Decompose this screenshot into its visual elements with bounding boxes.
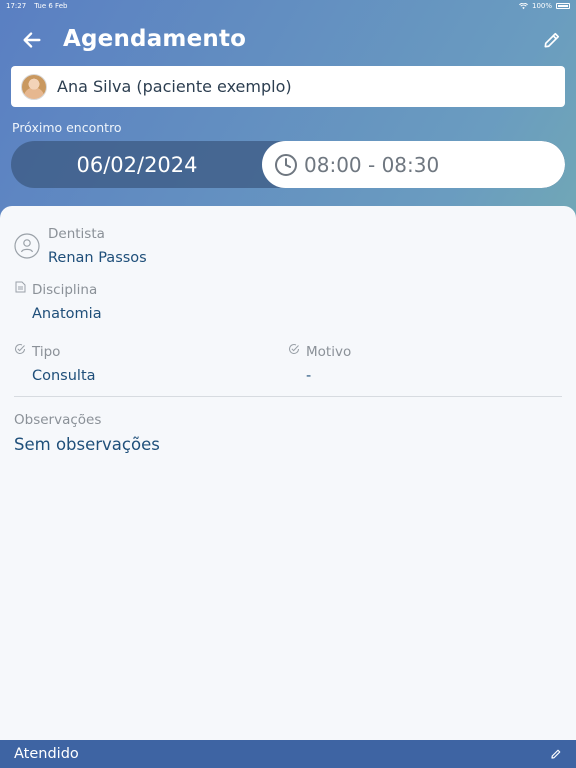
- status-edit-button[interactable]: [548, 746, 564, 762]
- status-date: Tue 6 Feb: [34, 2, 68, 10]
- pencil-icon: [544, 32, 560, 48]
- status-time: 17:27: [6, 2, 27, 10]
- arrow-left-icon: [23, 32, 41, 48]
- discipline-value: Anatomia: [32, 306, 102, 322]
- document-icon: [15, 281, 26, 293]
- page-title: Agendamento: [63, 26, 247, 52]
- dentist-value: Renan Passos: [48, 250, 147, 266]
- divider: [14, 396, 562, 397]
- appointment-status: Atendido: [14, 746, 79, 762]
- patient-selector[interactable]: Ana Silva (paciente exemplo): [11, 66, 565, 107]
- clock-icon: [275, 153, 297, 176]
- check-circle-icon: [289, 344, 300, 355]
- dentist-label: Dentista: [48, 226, 105, 242]
- reason-label: Motivo: [306, 344, 352, 360]
- time-field[interactable]: 08:00 - 08:30: [262, 141, 565, 188]
- type-value: Consulta: [32, 368, 96, 384]
- observations-value: Sem observações: [14, 435, 160, 454]
- date-field[interactable]: 06/02/2024: [11, 141, 263, 188]
- patient-avatar: [21, 73, 47, 100]
- next-appointment-label: Próximo encontro: [12, 120, 122, 135]
- person-icon: [14, 233, 40, 259]
- details-card: Dentista Renan Passos Disciplina Anatomi…: [0, 206, 576, 740]
- wifi-icon: [519, 2, 528, 9]
- status-right: 100%: [519, 2, 570, 10]
- back-button[interactable]: [18, 26, 46, 54]
- pencil-icon: [551, 749, 561, 759]
- type-label: Tipo: [32, 344, 61, 360]
- edit-button[interactable]: [538, 26, 566, 54]
- status-bottom-bar: Atendido: [0, 740, 576, 768]
- check-circle-icon: [15, 344, 26, 355]
- battery-percent: 100%: [531, 2, 552, 10]
- patient-name: Ana Silva (paciente exemplo): [57, 77, 292, 96]
- observations-label: Observações: [14, 412, 102, 428]
- header: Agendamento: [0, 22, 576, 58]
- discipline-label: Disciplina: [32, 282, 98, 298]
- status-left: 17:27 Tue 6 Feb: [6, 2, 67, 10]
- appointment-screen: 17:27 Tue 6 Feb 100% Agendamento Ana Sil…: [0, 0, 576, 768]
- date-time-pill: 06/02/2024 08:00 - 08:30: [11, 141, 565, 188]
- battery-icon: [556, 3, 570, 9]
- time-range: 08:00 - 08:30: [304, 152, 440, 177]
- status-bar: 17:27 Tue 6 Feb 100%: [0, 0, 576, 12]
- reason-value: -: [306, 368, 312, 384]
